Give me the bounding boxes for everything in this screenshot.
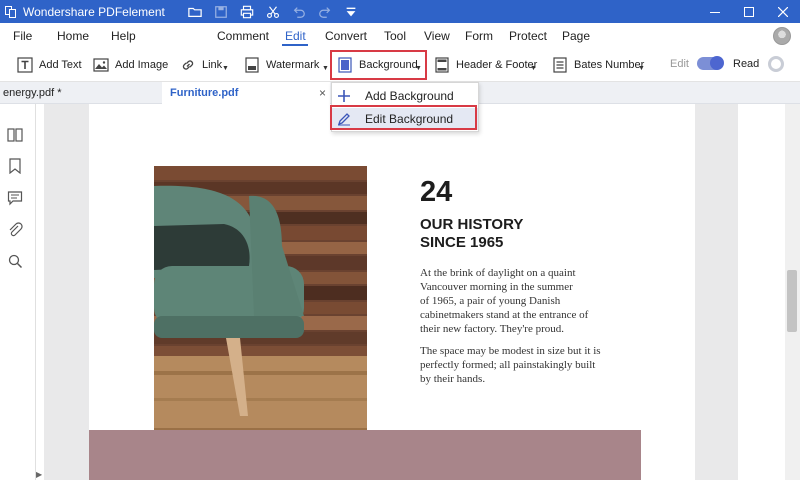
user-avatar[interactable] [773, 27, 791, 45]
add-text-button[interactable]: Add Text [17, 49, 82, 81]
bates-number-label: Bates Number [574, 59, 645, 71]
open-folder-icon[interactable] [187, 3, 204, 20]
link-button[interactable]: Link ▼ [180, 49, 229, 81]
header-footer-button[interactable]: Header & Footer ▼ [434, 49, 537, 81]
sofa-photo [154, 166, 367, 456]
maximize-icon[interactable] [732, 0, 766, 23]
history-paragraph-1: At the brink of daylight on a quaint Van… [420, 266, 588, 336]
watermark-caret-icon[interactable]: ▼ [322, 65, 329, 72]
header-footer-label: Header & Footer [456, 59, 538, 71]
scissors-icon[interactable] [265, 3, 282, 20]
add-background-label: Add Background [365, 89, 454, 103]
link-icon [182, 60, 194, 70]
text-line: Vancouver morning in the summer [420, 281, 573, 293]
thumbnails-icon[interactable] [6, 126, 24, 144]
menu-tool[interactable]: Tool [384, 29, 406, 43]
watermark-button[interactable]: Watermark ▼ [244, 49, 329, 81]
text-line: perfectly formed; all painstakingly buil… [420, 359, 596, 371]
text-line: of 1965, a pair of young Danish [420, 295, 561, 307]
customize-dropdown-icon[interactable] [343, 3, 360, 20]
tab-furniture-label: Furniture.pdf [170, 87, 239, 99]
history-paragraph-2: The space may be modest in size but it i… [420, 344, 601, 386]
text-line: cabinetmakers stand at the entrance of [420, 309, 589, 321]
menu-file[interactable]: File [13, 29, 32, 43]
add-image-icon [93, 58, 109, 72]
quick-access-toolbar [187, 3, 360, 20]
menu-view[interactable]: View [424, 29, 450, 43]
watermark-label: Watermark [266, 59, 320, 71]
edit-background-highlight [330, 105, 477, 130]
text-line: by their hands. [420, 373, 486, 385]
scrollbar-thumb[interactable] [787, 270, 797, 332]
tab-energy-label: energy.pdf * [3, 87, 62, 99]
history-heading: OUR HISTORY SINCE 1965 [420, 216, 523, 252]
left-sidebar [0, 104, 36, 480]
menu-home[interactable]: Home [57, 29, 89, 43]
menu-edit[interactable]: Edit [285, 29, 306, 43]
menu-bar: File Home Help Comment Edit Convert Tool… [0, 23, 800, 49]
comments-icon[interactable] [6, 189, 24, 207]
menu-page[interactable]: Page [562, 29, 590, 43]
save-icon[interactable] [213, 3, 230, 20]
menu-comment[interactable]: Comment [217, 29, 269, 43]
search-icon[interactable] [6, 252, 24, 270]
settings-gear-icon[interactable] [768, 56, 784, 72]
active-menu-indicator [282, 44, 308, 46]
background-button-highlight [330, 50, 427, 80]
bates-number-button[interactable]: Bates Number ▼ [552, 49, 645, 81]
print-icon[interactable] [239, 3, 256, 20]
header-footer-icon [435, 57, 449, 73]
app-title: Wondershare PDFelement [23, 4, 165, 19]
background-color-band [89, 430, 641, 480]
tab-close-icon[interactable]: × [319, 86, 326, 100]
menu-protect[interactable]: Protect [509, 29, 547, 43]
menu-help[interactable]: Help [111, 29, 136, 43]
minimize-icon[interactable] [698, 0, 732, 23]
text-line: The space may be modest in size but it i… [420, 345, 601, 357]
add-image-button[interactable]: Add Image [93, 49, 168, 81]
menu-form[interactable]: Form [465, 29, 493, 43]
bates-number-caret-icon[interactable]: ▼ [638, 65, 645, 72]
text-line: At the brink of daylight on a quaint [420, 267, 576, 279]
link-caret-icon[interactable]: ▼ [222, 65, 229, 72]
undo-icon[interactable] [291, 3, 308, 20]
expand-panel-arrow-icon[interactable]: ▶ [36, 470, 42, 479]
plus-icon [337, 89, 351, 103]
title-bar: Wondershare PDFelement [0, 0, 800, 23]
attachment-icon[interactable] [6, 221, 24, 239]
history-heading-line2: SINCE 1965 [420, 234, 504, 251]
add-background-menu-item[interactable]: Add Background [332, 85, 478, 107]
tab-furniture[interactable]: Furniture.pdf × [162, 82, 330, 104]
header-footer-caret-icon[interactable]: ▼ [530, 65, 537, 72]
page-number-heading: 24 [420, 176, 453, 208]
app-logo-icon [5, 5, 17, 18]
add-text-icon [17, 57, 33, 73]
bates-number-icon [553, 57, 567, 73]
text-line: their new factory. They're proud. [420, 323, 565, 335]
edit-mode-label: Edit [670, 58, 689, 70]
bookmark-icon[interactable] [6, 157, 24, 175]
menu-convert[interactable]: Convert [325, 29, 367, 43]
close-icon[interactable] [766, 0, 800, 23]
read-mode-label: Read [733, 58, 760, 70]
link-label: Link [202, 59, 223, 71]
add-image-label: Add Image [115, 59, 169, 71]
edit-read-toggle[interactable] [697, 56, 724, 70]
window-controls [698, 0, 800, 23]
redo-icon[interactable] [317, 3, 334, 20]
watermark-icon [245, 57, 259, 73]
tab-energy[interactable]: energy.pdf * [0, 82, 160, 104]
add-text-label: Add Text [39, 59, 82, 71]
history-heading-line1: OUR HISTORY [420, 216, 524, 233]
